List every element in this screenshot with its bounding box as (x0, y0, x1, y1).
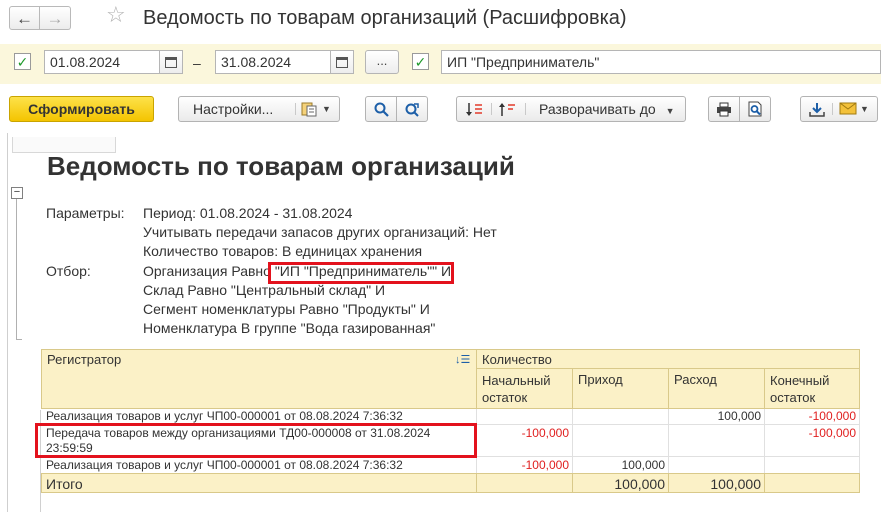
calendar-icon (336, 56, 348, 68)
send-email-button[interactable]: ▼ (839, 102, 869, 115)
total-label: Итого (46, 476, 83, 492)
collapse-levels-icon (466, 103, 482, 116)
group-line (16, 199, 17, 339)
column-header-registrar[interactable]: Регистратор (44, 351, 124, 368)
check-icon: ✓ (414, 53, 427, 70)
check-icon: ✓ (16, 53, 29, 70)
print-button[interactable] (708, 96, 740, 122)
period-checkbox[interactable]: ✓ (14, 53, 31, 70)
report-title: Ведомость по товарам организаций (47, 151, 515, 181)
grouping-group: Разворачивать до ▼ (456, 96, 686, 122)
date-to-calendar-button[interactable] (330, 50, 354, 74)
report-variants-icon (301, 102, 317, 117)
organization-input[interactable]: ИП "Предприниматель" (441, 50, 881, 74)
row-end-balance: -100,000 (808, 409, 856, 423)
row-expense: 100,000 (717, 409, 761, 423)
favorite-star-icon[interactable]: ☆ (106, 4, 126, 26)
arrow-right-icon: → (46, 8, 64, 28)
param-quantity-units: Количество товаров: В единицах хранения (143, 243, 423, 259)
row-registrar[interactable]: Реализация товаров и услуг ЧП00-000001 о… (43, 408, 475, 424)
chevron-down-icon: ▼ (860, 103, 869, 114)
sort-icon[interactable]: ↓☰ (452, 352, 473, 367)
date-to-input[interactable]: 31.08.2024 (215, 50, 331, 74)
search-icon (374, 102, 389, 117)
filter-label: Отбор: (46, 263, 91, 279)
expand-to-label: Разворачивать до (539, 101, 656, 117)
column-header-income: Приход (578, 372, 623, 387)
start-balance-line2: остаток (482, 390, 528, 405)
generate-button[interactable]: Сформировать (9, 96, 154, 122)
collapse-groups-button[interactable] (465, 102, 483, 120)
group-collapse-toggle[interactable]: − (11, 187, 23, 199)
search-next-icon (405, 102, 419, 117)
highlight-organization (268, 262, 454, 284)
column-header-start-balance: Начальный остаток (479, 371, 553, 407)
variants-menu-button[interactable]: ▼ (301, 101, 331, 117)
filter-warehouse: Склад Равно "Центральный склад" И (143, 282, 386, 298)
start-balance-line1: Начальный (482, 373, 551, 388)
expand-levels-icon (499, 103, 515, 116)
period-dash: – (193, 55, 201, 71)
end-balance-line2: остаток (770, 390, 816, 405)
column-header-expense: Расход (674, 372, 717, 387)
params-label: Параметры: (46, 205, 125, 221)
param-period: Период: 01.08.2024 - 31.08.2024 (143, 205, 353, 221)
organization-checkbox[interactable]: ✓ (412, 53, 429, 70)
expand-groups-button[interactable] (498, 102, 516, 120)
back-button[interactable]: ← (9, 6, 40, 30)
find-next-button[interactable] (396, 96, 428, 122)
settings-group: Настройки... ▼ (178, 96, 340, 122)
calendar-icon (165, 56, 177, 68)
date-from-calendar-button[interactable] (159, 50, 183, 74)
filter-segment: Сегмент номенклатуры Равно "Продукты" И (143, 301, 430, 317)
param-other-orgs: Учитывать передачи запасов других органи… (143, 224, 497, 240)
total-income: 100,000 (614, 476, 665, 492)
settings-button[interactable]: Настройки... (179, 101, 294, 117)
row-income: 100,000 (621, 458, 665, 472)
envelope-icon (839, 102, 857, 115)
chevron-down-icon: ▼ (322, 104, 331, 114)
select-period-button[interactable]: ... (365, 50, 399, 74)
print-preview-button[interactable] (739, 96, 771, 122)
download-icon (809, 103, 825, 117)
row-end-balance: -100,000 (808, 426, 856, 440)
row-start-balance: -100,000 (521, 458, 569, 472)
arrow-left-icon: ← (16, 8, 33, 28)
end-balance-line1: Конечный (770, 373, 830, 388)
window-title: Ведомость по товарам организаций (Расшиф… (143, 7, 627, 29)
column-header-end-balance: Конечный остаток (767, 371, 832, 407)
column-header-quantity: Количество (482, 352, 552, 367)
highlight-transfer-row (35, 423, 477, 458)
printer-icon (717, 102, 731, 116)
print-preview-icon (748, 101, 761, 117)
filter-nomenclature: Номенклатура В группе "Вода газированная… (143, 320, 436, 336)
save-button[interactable] (809, 102, 825, 120)
chevron-down-icon: ▼ (665, 106, 675, 116)
forward-button[interactable]: → (40, 6, 71, 30)
table-header (41, 349, 860, 409)
row-start-balance: -100,000 (521, 426, 569, 440)
date-from-input[interactable]: 01.08.2024 (44, 50, 160, 74)
export-group: ▼ (800, 96, 878, 122)
group-line-end (16, 339, 22, 340)
row-registrar[interactable]: Реализация товаров и услуг ЧП00-000001 о… (43, 457, 475, 473)
total-expense: 100,000 (710, 476, 761, 492)
expand-to-button[interactable]: Разворачивать до ▼ (539, 101, 675, 117)
find-button[interactable] (365, 96, 397, 122)
